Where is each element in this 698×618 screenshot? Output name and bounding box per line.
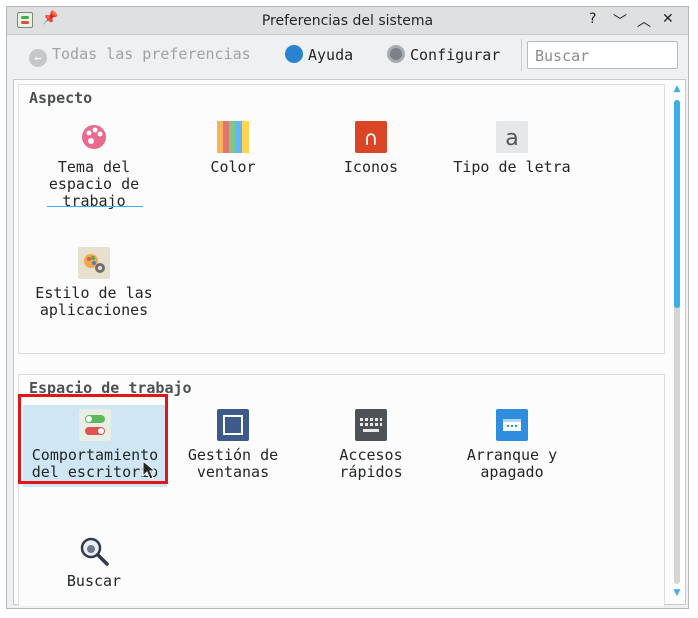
configure-button[interactable]: Configurar [387,45,500,64]
toolbar-separator [521,39,522,71]
item-app-style[interactable]: Estilo de las aplicaciones [19,247,169,319]
title-bar: 📌 Preferencias del sistema ? ﹀ ︿ ✕ [7,7,688,35]
item-label: Iconos [343,158,399,176]
focus-underline [47,206,143,207]
keyboard-icon [355,409,387,441]
system-settings-window: 📌 Preferencias del sistema ? ﹀ ︿ ✕ ← Toda… [6,6,689,609]
item-label: Arranque y apagado [466,446,558,481]
gear-icon [387,45,405,63]
scroll-down-icon[interactable]: ▼ [671,588,683,598]
vertical-scrollbar[interactable]: ▲ ▼ [671,84,683,600]
scroll-up-icon[interactable]: ▲ [671,84,683,94]
item-label: Color [210,158,256,176]
item-window-management[interactable]: Gestión de ventanas [158,409,308,481]
color-stripes-icon [217,121,249,153]
search-input[interactable]: Buscar [527,41,678,69]
item-label: Tipo de letra [453,158,571,176]
configure-label: Configurar [410,46,501,64]
item-workspace-theme[interactable]: Tema del espacio de trabajo [19,121,169,210]
item-label: Estilo de las aplicaciones [35,284,153,319]
item-shortcuts[interactable]: Accesos rápidos [296,409,446,481]
window-title: Preferencias del sistema [261,13,434,29]
font-icon: a [496,121,528,153]
app-style-icon [78,247,110,279]
item-label: Tema del espacio de trabajo [48,158,140,210]
item-search[interactable]: Buscar [19,535,169,590]
menu-icon [285,45,303,63]
svg-text:∩: ∩ [364,126,379,150]
maximize-button[interactable]: ︿ [637,11,651,31]
appearance-section: Aspecto Tema del espacio de trabajo Colo… [18,84,665,354]
item-label: Gestión de ventanas [187,446,279,481]
arrow-left-icon: ← [29,49,47,67]
back-label: Todas las preferencias [52,45,251,63]
item-startup-shutdown[interactable]: Arranque y apagado [437,409,587,481]
settings-panel: Aspecto Tema del espacio de trabajo Colo… [13,79,686,606]
mouse-cursor-icon [142,460,156,480]
palette-icon [78,121,110,153]
item-icons[interactable]: ∩ Iconos [296,121,446,176]
help-toolbar-button[interactable]: Ayuda [285,45,353,64]
help-label: Ayuda [308,46,354,64]
icons-icon: ∩ [355,121,387,153]
toolbar: ← Todas las preferencias Ayuda Configurar… [7,35,688,75]
magnifier-icon [78,535,110,567]
back-button[interactable]: ← Todas las preferencias [29,45,251,67]
window-icon [217,409,249,441]
help-button[interactable]: ? [589,11,596,27]
scroll-thumb[interactable] [674,100,680,308]
item-label: Buscar [66,572,122,590]
item-font[interactable]: a Tipo de letra [437,121,587,176]
minimize-button[interactable]: ﹀ [613,11,627,31]
item-label: Accesos rápidos [339,446,403,481]
startup-icon [496,409,528,441]
item-color[interactable]: Color [158,121,308,176]
close-button[interactable]: ✕ [662,11,674,27]
section-title-appearance: Aspecto [29,89,93,107]
svg-text:a: a [505,126,518,151]
